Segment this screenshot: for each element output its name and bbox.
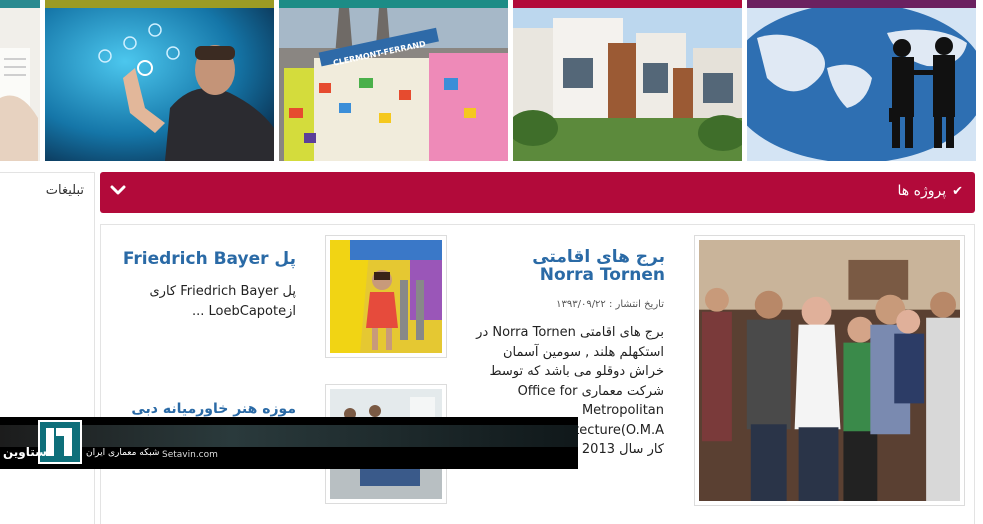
ads-title: تبلیغات bbox=[45, 183, 84, 198]
clermont-image: CLERMONT-FERRAND bbox=[279, 8, 508, 161]
ads-sidebar: تبلیغات bbox=[0, 172, 95, 524]
documents-image bbox=[0, 8, 40, 161]
watermark-banner: ستاوین شبکه معماری ایران Setavin.com bbox=[0, 417, 578, 469]
section-title: پروژه ها bbox=[897, 183, 947, 199]
banner-tile-villa[interactable] bbox=[513, 0, 742, 161]
watermark-strip bbox=[0, 425, 578, 447]
villa-image bbox=[513, 8, 742, 161]
banner-stripe bbox=[279, 0, 508, 8]
watermark-site: Setavin.com bbox=[162, 450, 218, 460]
check-icon: ✔ bbox=[952, 183, 963, 199]
project-thumb-friedrich-bayer[interactable] bbox=[325, 235, 447, 358]
project-title-dubai-museum[interactable]: موزه هنر خاورمیانه دبی bbox=[120, 402, 296, 417]
chevron-down-icon[interactable] bbox=[110, 182, 126, 198]
banner-stripe bbox=[747, 0, 976, 8]
project-title-friedrich-bayer[interactable]: پل Friedrich Bayer bbox=[110, 250, 296, 269]
banner-stripe bbox=[0, 0, 40, 8]
playground-image bbox=[330, 240, 442, 353]
banner-tile-documents[interactable] bbox=[0, 0, 40, 161]
group-photo bbox=[699, 240, 960, 501]
project-excerpt-friedrich-bayer: پل Friedrich Bayer کاری ازLoebCapote ... bbox=[149, 284, 297, 319]
banner-tile-clermont[interactable]: CLERMONT-FERRAND bbox=[279, 0, 508, 161]
banner-tile-business[interactable] bbox=[747, 0, 976, 161]
projects-section-header[interactable]: ✔ پروژه ها bbox=[100, 172, 975, 213]
page: CLERMONT-FERRAND تبلیغات ✔ پروژه ها برج … bbox=[0, 0, 983, 524]
section-title-wrap: ✔ پروژه ها bbox=[898, 183, 963, 199]
business-image bbox=[747, 8, 976, 161]
project-date-norra-tornen: تاریخ انتشار : ۱۳۹۳/۰۹/۲۲ bbox=[556, 299, 664, 310]
project-title-norra-tornen[interactable]: برج های اقامتی Norra Tornen bbox=[500, 248, 665, 285]
banner-stripe bbox=[45, 0, 274, 8]
watermark-brand: ستاوین bbox=[3, 445, 47, 459]
project-thumb-norra-tornen[interactable] bbox=[694, 235, 965, 506]
banner-tile-technology[interactable] bbox=[45, 0, 274, 161]
technology-image bbox=[45, 8, 274, 161]
banner-stripe bbox=[513, 0, 742, 8]
watermark-tagline: شبکه معماری ایران bbox=[86, 448, 160, 458]
